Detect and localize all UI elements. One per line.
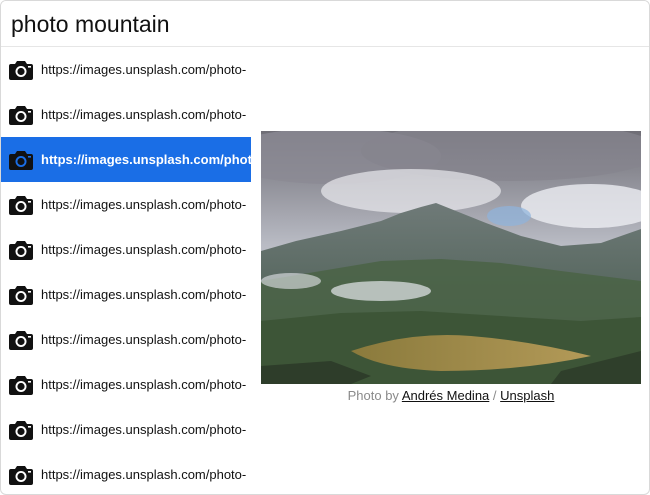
result-url: https://images.unsplash.com/photo-	[41, 467, 247, 482]
result-item[interactable]: https://images.unsplash.com/photo-	[1, 47, 251, 92]
camera-icon	[9, 330, 33, 350]
result-url: https://images.unsplash.com/photo-	[41, 422, 247, 437]
camera-icon	[9, 420, 33, 440]
photo-credit: Photo by Andrés Medina / Unsplash	[261, 388, 641, 403]
camera-icon	[9, 375, 33, 395]
source-link[interactable]: Unsplash	[500, 388, 554, 403]
result-url: https://images.unsplash.com/photo-	[41, 377, 247, 392]
result-item[interactable]: https://images.unsplash.com/photo-	[1, 182, 251, 227]
results-list: https://images.unsplash.com/photo- https…	[1, 47, 251, 494]
result-url: https://images.unsplash.com/photo-	[41, 242, 247, 257]
result-item[interactable]: https://images.unsplash.com/photo-	[1, 227, 251, 272]
result-item[interactable]: https://images.unsplash.com/photo-	[1, 362, 251, 407]
result-item-selected[interactable]: https://images.unsplash.com/photo-	[1, 137, 251, 182]
camera-icon	[9, 60, 33, 80]
camera-icon	[9, 150, 33, 170]
camera-icon	[9, 240, 33, 260]
result-url: https://images.unsplash.com/photo-	[41, 107, 247, 122]
result-item[interactable]: https://images.unsplash.com/photo-	[1, 317, 251, 362]
camera-icon	[9, 465, 33, 485]
launcher-window: https://images.unsplash.com/photo- https…	[0, 0, 650, 495]
credit-prefix: Photo by	[347, 388, 399, 403]
result-item[interactable]: https://images.unsplash.com/photo-	[1, 92, 251, 137]
image-preview	[261, 131, 641, 384]
camera-icon	[9, 285, 33, 305]
result-url: https://images.unsplash.com/photo-	[41, 197, 247, 212]
mountain-photo	[261, 131, 641, 384]
camera-icon	[9, 195, 33, 215]
author-link[interactable]: Andrés Medina	[402, 388, 489, 403]
result-item[interactable]: https://images.unsplash.com/photo-	[1, 452, 251, 494]
result-url: https://images.unsplash.com/photo-	[41, 152, 251, 167]
result-item[interactable]: https://images.unsplash.com/photo-	[1, 272, 251, 317]
result-url: https://images.unsplash.com/photo-	[41, 287, 247, 302]
result-item[interactable]: https://images.unsplash.com/photo-	[1, 407, 251, 452]
search-bar	[1, 1, 649, 47]
result-url: https://images.unsplash.com/photo-	[41, 62, 247, 77]
camera-icon	[9, 105, 33, 125]
credit-separator: /	[492, 388, 497, 403]
search-input[interactable]	[11, 9, 631, 39]
result-url: https://images.unsplash.com/photo-	[41, 332, 247, 347]
